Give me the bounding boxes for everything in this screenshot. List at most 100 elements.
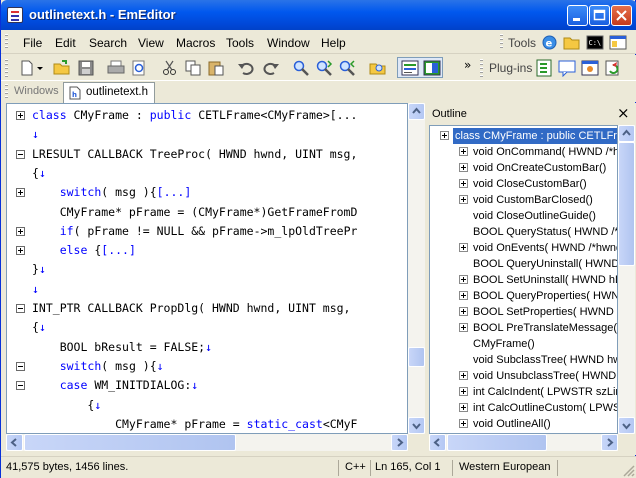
tab-outlinetext-h[interactable]: h outlinetext.h: [63, 82, 155, 103]
status-encoding[interactable]: Western European: [459, 461, 551, 473]
status-position[interactable]: Ln 165, Col 1: [375, 461, 440, 473]
cut-icon[interactable]: [161, 59, 179, 77]
fold-expand-icon[interactable]: [16, 188, 25, 198]
maximize-button[interactable]: [589, 5, 610, 26]
tree-expand-icon[interactable]: [459, 147, 468, 156]
save-icon[interactable]: [77, 59, 95, 77]
editor-scroll-thumb[interactable]: [408, 347, 425, 367]
outline-item[interactable]: BOOL PreTranslateMessage( H: [430, 320, 617, 336]
code-line[interactable]: LRESULT CALLBACK TreeProc( HWND hwnd, UI…: [7, 145, 407, 164]
close-button[interactable]: [611, 5, 632, 26]
outline-item[interactable]: void CustomBarClosed(): [430, 192, 617, 208]
fold-collapse-icon[interactable]: [16, 149, 25, 159]
outline-item[interactable]: void CloseOutlineGuide(): [430, 208, 617, 224]
tree-expand-icon[interactable]: [459, 275, 468, 284]
code-line[interactable]: else {[...]: [7, 241, 407, 260]
code-line[interactable]: switch( msg ){↓: [7, 357, 407, 376]
editor-scroll-right-button[interactable]: [391, 434, 408, 451]
code-line[interactable]: ↓: [7, 125, 407, 144]
tree-expand-icon[interactable]: [459, 371, 468, 380]
code-line[interactable]: if( pFrame != NULL && pFrame->m_lpOldTre…: [7, 222, 407, 241]
find-next-icon[interactable]: [315, 59, 333, 77]
menu-view[interactable]: View: [138, 36, 164, 50]
tabbar-grip[interactable]: [5, 84, 8, 100]
status-language[interactable]: C++: [345, 461, 366, 473]
tree-expand-icon[interactable]: [459, 291, 468, 300]
open-folder-icon[interactable]: [563, 34, 581, 51]
windows-explorer-icon[interactable]: [609, 34, 627, 51]
title-bar[interactable]: outlinetext.h - EmEditor: [1, 0, 636, 30]
tree-expand-icon[interactable]: [459, 403, 468, 412]
outline-item[interactable]: BOOL QueryProperties( HWND: [430, 288, 617, 304]
tree-expand-icon[interactable]: [459, 243, 468, 252]
menu-tools[interactable]: Tools: [226, 36, 254, 50]
menu-macros[interactable]: Macros: [176, 36, 215, 50]
fold-collapse-icon[interactable]: [16, 304, 25, 313]
plugin-web-preview-icon[interactable]: [581, 59, 599, 77]
code-line[interactable]: }↓: [7, 260, 407, 279]
menu-help[interactable]: Help: [321, 36, 346, 50]
plugin-speech-icon[interactable]: [558, 59, 576, 77]
outline-scroll-right-button[interactable]: [601, 434, 618, 451]
toolbar-overflow-chevron[interactable]: »: [464, 58, 471, 72]
tree-expand-icon[interactable]: [459, 163, 468, 172]
editor-scroll-down-button[interactable]: [408, 417, 425, 434]
split-view-icon[interactable]: [423, 59, 441, 77]
code-line[interactable]: {↓: [7, 318, 407, 337]
menu-edit[interactable]: Edit: [55, 36, 76, 50]
resize-grip-icon[interactable]: [623, 465, 635, 477]
undo-icon[interactable]: [237, 59, 255, 77]
outline-item[interactable]: void CloseCustomBar(): [430, 176, 617, 192]
tree-expand-icon[interactable]: [459, 323, 468, 332]
editor-horizontal-scrollbar[interactable]: [6, 434, 408, 451]
outline-item[interactable]: int CalcIndent( LPWSTR szLine: [430, 384, 617, 400]
menu-file[interactable]: File: [23, 36, 42, 50]
find-in-files-icon[interactable]: [369, 59, 387, 77]
outline-item[interactable]: int CalcOutlineCustom( LPWST: [430, 400, 617, 416]
code-line[interactable]: CMyFrame* pFrame = (CMyFrame*)GetFrameFr…: [7, 203, 407, 222]
code-line[interactable]: INT_PTR CALLBACK PropDlg( HWND hwnd, UIN…: [7, 299, 407, 318]
code-line[interactable]: CMyFrame* pFrame = static_cast<CMyF: [7, 415, 407, 433]
editor-vertical-scrollbar[interactable]: [408, 103, 425, 434]
menubar-grip[interactable]: [5, 34, 8, 50]
command-prompt-icon[interactable]: C:\: [586, 34, 604, 51]
code-line[interactable]: {↓: [7, 164, 407, 183]
fold-collapse-icon[interactable]: [16, 361, 25, 371]
app-icon[interactable]: [7, 7, 23, 23]
outline-item[interactable]: BOOL SetProperties( HWND h: [430, 304, 617, 320]
open-file-icon[interactable]: [53, 59, 71, 77]
outline-horizontal-scrollbar[interactable]: [429, 434, 618, 451]
outline-item[interactable]: void SubclassTree( HWND hwr: [430, 352, 617, 368]
fold-expand-icon[interactable]: [16, 111, 25, 120]
editor-hscroll-thumb[interactable]: [24, 434, 236, 451]
redo-icon[interactable]: [262, 59, 280, 77]
outline-vertical-scrollbar[interactable]: [618, 125, 635, 434]
find-icon[interactable]: [292, 59, 310, 77]
tree-expand-icon[interactable]: [459, 195, 468, 204]
code-line[interactable]: class CMyFrame : public CETLFrame<CMyFra…: [7, 106, 407, 125]
code-line[interactable]: ↓: [7, 280, 407, 299]
fold-collapse-icon[interactable]: [16, 381, 25, 391]
new-dropdown-arrow-icon[interactable]: [37, 67, 44, 72]
internet-explorer-icon[interactable]: e: [541, 34, 558, 51]
outline-item[interactable]: void OnCreateCustomBar(): [430, 160, 617, 176]
print-preview-icon[interactable]: [130, 59, 148, 77]
outline-close-button[interactable]: ×: [617, 104, 630, 122]
tree-expand-box[interactable]: [440, 131, 449, 140]
code-line[interactable]: case WM_INITDIALOG:↓: [7, 376, 407, 395]
outline-item[interactable]: BOOL QueryStatus( HWND /*: [430, 224, 617, 240]
toolbar-grip[interactable]: [5, 59, 8, 77]
outline-item[interactable]: void OutlineAll(): [430, 416, 617, 432]
editor-scroll-up-button[interactable]: [408, 103, 425, 120]
outline-scroll-left-button[interactable]: [429, 434, 446, 451]
editor-scroll-left-button[interactable]: [6, 434, 23, 451]
minimize-button[interactable]: [567, 5, 588, 26]
outline-hscroll-thumb[interactable]: [447, 434, 547, 451]
paste-icon[interactable]: [207, 59, 225, 77]
outline-item[interactable]: BOOL SetUninstall( HWND hDl: [430, 272, 617, 288]
fold-expand-icon[interactable]: [16, 226, 25, 236]
plugin-outline-icon[interactable]: [535, 59, 553, 77]
outline-tree[interactable]: class CMyFrame : public CETLFrame void O…: [429, 125, 618, 434]
code-line[interactable]: switch( msg ){[...]: [7, 183, 407, 202]
tree-expand-icon[interactable]: [459, 179, 468, 188]
